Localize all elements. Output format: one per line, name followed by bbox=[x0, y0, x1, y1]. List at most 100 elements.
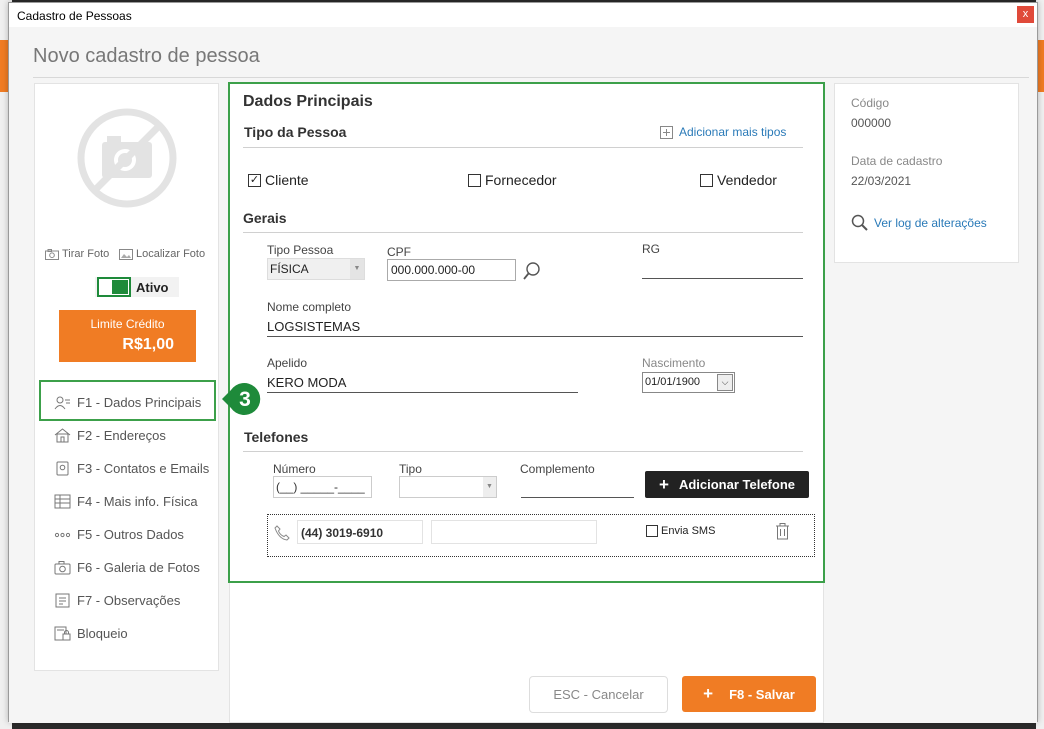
take-photo-button[interactable]: Tirar Foto bbox=[45, 248, 109, 260]
checkbox-fornecedor[interactable]: Fornecedor bbox=[468, 172, 557, 188]
checkbox-vendedor[interactable]: Vendedor bbox=[700, 172, 777, 188]
apelido-value: KERO MODA bbox=[267, 375, 347, 390]
credit-limit-label: Limite Crédito bbox=[90, 317, 165, 331]
nav-label: Bloqueio bbox=[77, 625, 128, 641]
numero-input[interactable]: (__) _____-____ bbox=[273, 476, 372, 498]
nome-input[interactable] bbox=[267, 336, 803, 337]
nav-label: F7 - Observações bbox=[77, 592, 181, 608]
apelido-label: Apelido bbox=[267, 356, 308, 370]
dots-icon bbox=[54, 526, 71, 542]
credit-limit-value: R$1,00 bbox=[122, 336, 174, 353]
checkbox-box: ✓ bbox=[248, 173, 261, 187]
nav-item-bloqueio[interactable]: Bloqueio bbox=[54, 620, 128, 646]
plus-box-icon bbox=[660, 125, 673, 139]
take-photo-label: Tirar Foto bbox=[62, 248, 110, 260]
sms-checkbox[interactable]: Envia SMS bbox=[646, 525, 715, 537]
chevron-down-icon: ▼ bbox=[350, 259, 364, 279]
nav-label: F3 - Contatos e Emails bbox=[77, 460, 210, 476]
find-photo-label: Localizar Foto bbox=[136, 248, 206, 260]
add-types-label: Adicionar mais tipos bbox=[679, 125, 787, 139]
nascimento-value: 01/01/1900 bbox=[645, 376, 701, 388]
image-icon bbox=[119, 248, 133, 260]
add-phone-button[interactable]: + Adicionar Telefone bbox=[645, 471, 809, 498]
find-photo-button[interactable]: Localizar Foto bbox=[119, 248, 205, 260]
trash-icon[interactable] bbox=[775, 523, 790, 540]
title-bar: Cadastro de Pessoas x bbox=[9, 3, 1037, 27]
numero-label: Número bbox=[273, 462, 316, 476]
section-heading-tipo: Tipo da Pessoa bbox=[244, 124, 347, 140]
phone-icon bbox=[274, 525, 290, 541]
chevron-down-icon: ▼ bbox=[483, 477, 496, 497]
section-heading-telefones: Telefones bbox=[244, 429, 309, 445]
code-value: 000000 bbox=[851, 116, 892, 130]
code-label: Código bbox=[851, 96, 890, 110]
nav-item-galeria[interactable]: F6 - Galeria de Fotos bbox=[54, 554, 200, 580]
change-log-link[interactable]: Ver log de alterações bbox=[851, 214, 987, 231]
nav-label: F6 - Galeria de Fotos bbox=[77, 559, 200, 575]
callout-badge: 3 bbox=[222, 383, 261, 415]
complemento-input[interactable] bbox=[521, 497, 634, 498]
tipo-tel-label: Tipo bbox=[399, 462, 422, 476]
tipo-tel-select[interactable]: ▼ bbox=[399, 476, 497, 498]
nome-label: Nome completo bbox=[267, 300, 352, 314]
nav-item-enderecos[interactable]: F2 - Endereços bbox=[54, 422, 166, 448]
section-heading-gerais: Gerais bbox=[243, 210, 287, 226]
phone-number-field[interactable]: (44) 3019-6910 bbox=[297, 520, 423, 544]
add-phone-label: Adicionar Telefone bbox=[678, 477, 795, 492]
nome-value: LOGSISTEMAS bbox=[267, 319, 361, 334]
cancel-button[interactable]: ESC - Cancelar bbox=[529, 676, 668, 713]
plus-icon: + bbox=[703, 684, 714, 703]
phone-number-value: (44) 3019-6910 bbox=[301, 526, 384, 540]
nav-item-contatos[interactable]: F3 - Contatos e Emails bbox=[54, 455, 209, 481]
close-button[interactable]: x bbox=[1017, 6, 1034, 23]
rg-label: RG bbox=[642, 242, 660, 256]
status-label: Ativo bbox=[136, 280, 169, 295]
divider bbox=[243, 147, 803, 148]
change-log-label: Ver log de alterações bbox=[874, 215, 987, 230]
no-photo-icon bbox=[77, 108, 177, 208]
search-icon[interactable] bbox=[522, 261, 542, 281]
checkbox-cliente[interactable]: ✓ Cliente bbox=[248, 172, 309, 188]
info-panel: Código 000000 Data de cadastro 22/03/202… bbox=[834, 83, 1019, 263]
date-value: 22/03/2021 bbox=[851, 174, 912, 188]
phone-complement-field[interactable] bbox=[431, 520, 597, 544]
apelido-input[interactable] bbox=[267, 392, 578, 393]
cpf-label: CPF bbox=[387, 245, 411, 259]
phone-row: (44) 3019-6910 Envia SMS bbox=[267, 514, 815, 557]
background-accent-right bbox=[1038, 40, 1044, 92]
chevron-down-icon: ⌵ bbox=[717, 374, 733, 391]
note-icon bbox=[54, 592, 71, 608]
add-types-link[interactable]: Adicionar mais tipos bbox=[660, 125, 786, 139]
tipo-pessoa-label: Tipo Pessoa bbox=[267, 243, 334, 257]
user-card-icon bbox=[54, 394, 71, 410]
nav-item-observacoes[interactable]: F7 - Observações bbox=[54, 587, 180, 613]
nav-label: F2 - Endereços bbox=[77, 427, 166, 443]
divider bbox=[243, 451, 803, 452]
status-toggle[interactable]: Ativo bbox=[95, 277, 179, 297]
nav-item-outros-dados[interactable]: F5 - Outros Dados bbox=[54, 521, 184, 547]
checkbox-label: Vendedor bbox=[717, 172, 777, 188]
save-button[interactable]: + F8 - Salvar bbox=[682, 676, 816, 712]
checkbox-box bbox=[646, 525, 658, 537]
complemento-label: Complemento bbox=[520, 462, 595, 476]
checkbox-label: Fornecedor bbox=[485, 172, 557, 188]
toggle-switch[interactable] bbox=[97, 277, 131, 297]
nav-item-dados-principais[interactable]: F1 - Dados Principais bbox=[54, 389, 201, 415]
window-title: Cadastro de Pessoas bbox=[17, 9, 132, 23]
credit-limit-button[interactable]: Limite Crédito R$1,00 bbox=[59, 310, 196, 362]
checkbox-label: Cliente bbox=[265, 172, 309, 188]
nav-item-mais-info[interactable]: F4 - Mais info. Física bbox=[54, 488, 198, 514]
cpf-input[interactable]: 000.000.000-00 bbox=[387, 259, 516, 281]
page-title: Novo cadastro de pessoa bbox=[33, 45, 260, 67]
toggle-knob bbox=[112, 280, 128, 294]
tipo-pessoa-select[interactable]: FÍSICA ▼ bbox=[267, 258, 365, 280]
plus-icon: + bbox=[659, 474, 669, 494]
sms-label: Envia SMS bbox=[661, 525, 716, 537]
table-icon bbox=[54, 493, 71, 509]
nascimento-datepicker[interactable]: 01/01/1900 ⌵ bbox=[642, 372, 735, 393]
section-heading-dados: Dados Principais bbox=[243, 93, 373, 110]
contact-icon bbox=[54, 460, 71, 476]
save-label: F8 - Salvar bbox=[729, 686, 795, 702]
camera-icon bbox=[54, 559, 71, 575]
rg-input[interactable] bbox=[642, 278, 803, 279]
